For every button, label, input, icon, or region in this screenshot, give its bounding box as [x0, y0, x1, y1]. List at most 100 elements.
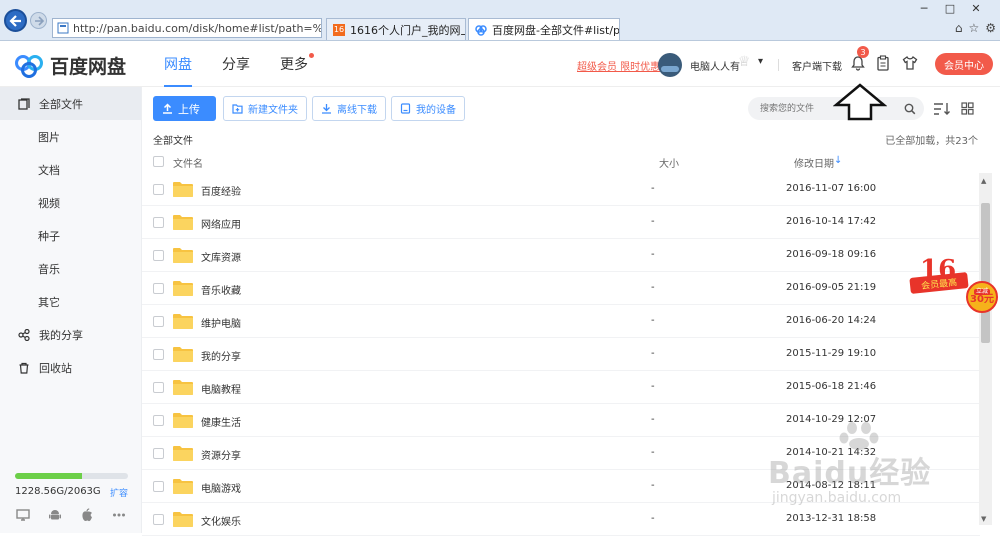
row-checkbox[interactable] [153, 415, 164, 426]
sidebar-item-my-shares[interactable]: 我的分享 [0, 318, 141, 351]
device-icons [16, 508, 126, 522]
nav-label: 分享 [222, 57, 250, 73]
nav-tab-share[interactable]: 分享 [222, 41, 250, 87]
username[interactable]: 电脑人人有 [690, 58, 740, 73]
folder-icon [173, 512, 193, 527]
select-all-checkbox[interactable] [153, 156, 164, 167]
search-icon[interactable] [904, 103, 916, 115]
sidebar-item-label: 回收站 [39, 361, 72, 375]
back-button[interactable] [4, 9, 27, 32]
loaded-status: 已全部加载，共23个 [885, 136, 978, 147]
browser-chrome: http://pan.baidu.com/disk/home#list/path… [0, 0, 1000, 41]
file-name[interactable]: 资源分享 [201, 447, 241, 462]
file-name[interactable]: 我的分享 [201, 348, 241, 363]
file-name[interactable]: 百度经验 [201, 183, 241, 198]
breadcrumb[interactable]: 全部文件 [153, 132, 193, 147]
row-checkbox[interactable] [153, 184, 164, 195]
file-name[interactable]: 电脑教程 [201, 381, 241, 396]
row-checkbox[interactable] [153, 481, 164, 492]
file-name[interactable]: 文库资源 [201, 249, 241, 264]
grid-view-icon[interactable] [961, 102, 974, 115]
sidebar-item-all-files[interactable]: 全部文件 [0, 87, 141, 120]
scroll-up-icon[interactable]: ▲ [981, 177, 986, 185]
file-name[interactable]: 电脑游戏 [201, 480, 241, 495]
sidebar-item-documents[interactable]: 文档 [0, 153, 141, 186]
folder-icon [173, 281, 193, 296]
new-folder-label: 新建文件夹 [248, 105, 298, 116]
file-name[interactable]: 文化娱乐 [201, 513, 241, 528]
upload-button[interactable]: 上传 [153, 96, 216, 121]
logo[interactable]: 百度网盘 [14, 52, 126, 79]
row-checkbox[interactable] [153, 514, 164, 525]
row-checkbox[interactable] [153, 316, 164, 327]
pc-icon[interactable] [16, 508, 30, 522]
member-center-button[interactable]: 会员中心 [935, 53, 993, 75]
address-bar[interactable]: http://pan.baidu.com/disk/home#list/path… [52, 18, 322, 38]
forward-button[interactable] [30, 12, 47, 29]
file-name[interactable]: 网络应用 [201, 216, 241, 231]
close-window-button[interactable]: ✕ [964, 0, 988, 16]
file-size: - [651, 282, 655, 293]
vip-promo-link[interactable]: 超级会员 限时优惠 [577, 58, 660, 73]
sort-desc-icon[interactable]: ↓ [834, 155, 842, 166]
file-name[interactable]: 健康生活 [201, 414, 241, 429]
star-icon[interactable]: ☆ [968, 21, 979, 35]
table-row[interactable]: 百度经验 - 2016-11-07 16:00 [142, 173, 980, 206]
folder-icon [173, 479, 193, 494]
chevron-down-icon[interactable]: ▾ [758, 56, 763, 67]
table-row[interactable]: 网络应用 - 2016-10-14 17:42 [142, 206, 980, 239]
offline-download-button[interactable]: 离线下载 [312, 96, 386, 121]
file-name[interactable]: 音乐收藏 [201, 282, 241, 297]
table-row[interactable]: 文库资源 - 2016-09-18 09:16 [142, 239, 980, 272]
apple-icon[interactable] [80, 508, 94, 522]
new-folder-button[interactable]: 新建文件夹 [223, 96, 307, 121]
client-download-link[interactable]: 客户端下载 [792, 58, 842, 73]
file-name[interactable]: 维护电脑 [201, 315, 241, 330]
table-row[interactable]: 我的分享 - 2015-11-29 19:10 [142, 338, 980, 371]
table-row[interactable]: 电脑教程 - 2015-06-18 21:46 [142, 371, 980, 404]
nav-tab-more[interactable]: 更多 [280, 41, 314, 87]
scrollbar[interactable]: ▲ ▼ [979, 173, 992, 525]
table-row[interactable]: 维护电脑 - 2016-06-20 14:24 [142, 305, 980, 338]
tab-1616[interactable]: 16 1616个人门户_我的网上家园 [326, 18, 466, 40]
sidebar-item-music[interactable]: 音乐 [0, 252, 141, 285]
home-icon[interactable]: ⌂ [955, 21, 963, 35]
column-name[interactable]: 文件名 [173, 155, 203, 170]
column-date[interactable]: 修改日期 [794, 155, 834, 170]
watermark-url: jingyan.baidu.com [772, 490, 902, 506]
row-checkbox[interactable] [153, 283, 164, 294]
minimize-button[interactable]: ─ [912, 0, 936, 16]
watermark-text: Baidu经验 [768, 456, 932, 491]
tab-baidu-pan[interactable]: 百度网盘-全部文件#list/pa... × [468, 18, 620, 40]
skin-shirt-icon[interactable] [902, 55, 918, 71]
arrow-right-icon [34, 15, 44, 26]
column-size[interactable]: 大小 [659, 155, 679, 170]
android-icon[interactable] [48, 508, 62, 522]
quota-fill [15, 473, 83, 479]
scroll-down-icon[interactable]: ▼ [981, 515, 986, 523]
file-size: - [651, 513, 655, 524]
row-checkbox[interactable] [153, 349, 164, 360]
sidebar-item-recycle-bin[interactable]: 回收站 [0, 351, 141, 384]
table-row[interactable]: 文化娱乐 - 2013-12-31 18:58 [142, 503, 980, 536]
more-dots-icon[interactable] [112, 508, 126, 522]
avatar[interactable] [658, 53, 682, 77]
maximize-button[interactable]: □ [938, 0, 962, 16]
sidebar-item-videos[interactable]: 视频 [0, 186, 141, 219]
row-checkbox[interactable] [153, 382, 164, 393]
sort-icon[interactable] [933, 102, 951, 116]
expand-storage-link[interactable]: 扩容 [110, 486, 128, 499]
row-checkbox[interactable] [153, 448, 164, 459]
promo-badge[interactable]: 16 会员最高 立减 30元 [908, 255, 998, 317]
sidebar-item-torrents[interactable]: 种子 [0, 219, 141, 252]
nav-tab-netdisk[interactable]: 网盘 [164, 41, 192, 87]
my-devices-button[interactable]: 我的设备 [391, 96, 465, 121]
sidebar-item-images[interactable]: 图片 [0, 120, 141, 153]
folder-icon [173, 347, 193, 362]
row-checkbox[interactable] [153, 217, 164, 228]
sidebar-item-other[interactable]: 其它 [0, 285, 141, 318]
gear-icon[interactable]: ⚙ [985, 21, 996, 35]
clipboard-icon[interactable] [876, 55, 890, 71]
table-row[interactable]: 音乐收藏 - 2016-09-05 21:19 [142, 272, 980, 305]
row-checkbox[interactable] [153, 250, 164, 261]
